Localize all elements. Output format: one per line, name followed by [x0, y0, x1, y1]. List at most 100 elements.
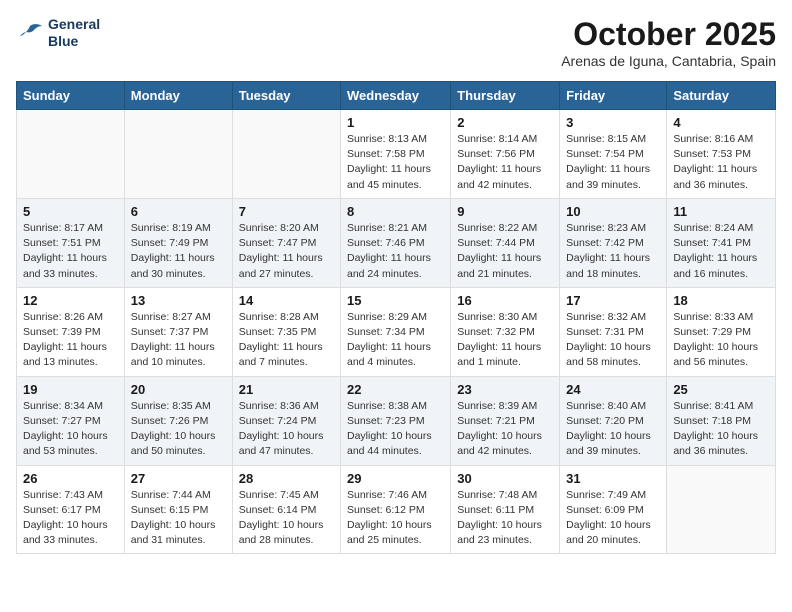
day-info: Sunrise: 8:19 AM Sunset: 7:49 PM Dayligh… — [131, 221, 226, 282]
title-block: October 2025 Arenas de Iguna, Cantabria,… — [561, 16, 776, 69]
day-number: 8 — [347, 204, 444, 219]
day-info: Sunrise: 7:48 AM Sunset: 6:11 PM Dayligh… — [457, 488, 553, 549]
weekday-header-saturday: Saturday — [667, 82, 776, 110]
day-number: 18 — [673, 293, 769, 308]
weekday-header-row: SundayMondayTuesdayWednesdayThursdayFrid… — [17, 82, 776, 110]
calendar-day-cell: 30 Sunrise: 7:48 AM Sunset: 6:11 PM Dayli… — [451, 465, 560, 554]
day-info: Sunrise: 8:30 AM Sunset: 7:32 PM Dayligh… — [457, 310, 553, 371]
logo: General Blue — [16, 16, 100, 50]
day-number: 12 — [23, 293, 118, 308]
day-info: Sunrise: 8:14 AM Sunset: 7:56 PM Dayligh… — [457, 132, 553, 193]
calendar-table: SundayMondayTuesdayWednesdayThursdayFrid… — [16, 81, 776, 554]
calendar-day-cell: 2 Sunrise: 8:14 AM Sunset: 7:56 PM Daylig… — [451, 110, 560, 199]
day-number: 9 — [457, 204, 553, 219]
day-number: 3 — [566, 115, 660, 130]
weekday-header-monday: Monday — [124, 82, 232, 110]
day-info: Sunrise: 8:17 AM Sunset: 7:51 PM Dayligh… — [23, 221, 118, 282]
day-number: 15 — [347, 293, 444, 308]
day-info: Sunrise: 8:35 AM Sunset: 7:26 PM Dayligh… — [131, 399, 226, 460]
calendar-day-cell: 19Sunrise: 8:34 AM Sunset: 7:27 PM Dayli… — [17, 376, 125, 465]
day-number: 2 — [457, 115, 553, 130]
calendar-day-cell: 9Sunrise: 8:22 AM Sunset: 7:44 PM Daylig… — [451, 198, 560, 287]
day-info: Sunrise: 8:41 AM Sunset: 7:18 PM Dayligh… — [673, 399, 769, 460]
day-info: Sunrise: 8:13 AM Sunset: 7:58 PM Dayligh… — [347, 132, 444, 193]
day-info: Sunrise: 8:38 AM Sunset: 7:23 PM Dayligh… — [347, 399, 444, 460]
calendar-day-cell: 1 Sunrise: 8:13 AM Sunset: 7:58 PM Daylig… — [341, 110, 451, 199]
calendar-day-cell: 7Sunrise: 8:20 AM Sunset: 7:47 PM Daylig… — [232, 198, 340, 287]
day-number: 24 — [566, 382, 660, 397]
day-number: 14 — [239, 293, 334, 308]
calendar-day-cell: 4 Sunrise: 8:16 AM Sunset: 7:53 PM Daylig… — [667, 110, 776, 199]
calendar-day-cell: 23 Sunrise: 8:39 AM Sunset: 7:21 PM Dayli… — [451, 376, 560, 465]
day-info: Sunrise: 8:16 AM Sunset: 7:53 PM Dayligh… — [673, 132, 769, 193]
day-number: 20 — [131, 382, 226, 397]
weekday-header-friday: Friday — [560, 82, 667, 110]
location-subtitle: Arenas de Iguna, Cantabria, Spain — [561, 53, 776, 69]
weekday-header-wednesday: Wednesday — [341, 82, 451, 110]
calendar-week-row: 26Sunrise: 7:43 AM Sunset: 6:17 PM Dayli… — [17, 465, 776, 554]
calendar-day-cell — [232, 110, 340, 199]
day-number: 4 — [673, 115, 769, 130]
calendar-day-cell — [667, 465, 776, 554]
day-info: Sunrise: 8:28 AM Sunset: 7:35 PM Dayligh… — [239, 310, 334, 371]
day-info: Sunrise: 7:44 AM Sunset: 6:15 PM Dayligh… — [131, 488, 226, 549]
day-info: Sunrise: 8:21 AM Sunset: 7:46 PM Dayligh… — [347, 221, 444, 282]
calendar-day-cell: 31Sunrise: 7:49 AM Sunset: 6:09 PM Dayli… — [560, 465, 667, 554]
calendar-day-cell — [17, 110, 125, 199]
day-number: 19 — [23, 382, 118, 397]
day-info: Sunrise: 7:46 AM Sunset: 6:12 PM Dayligh… — [347, 488, 444, 549]
day-number: 11 — [673, 204, 769, 219]
calendar-day-cell: 28 Sunrise: 7:45 AM Sunset: 6:14 PM Dayli… — [232, 465, 340, 554]
calendar-week-row: 12Sunrise: 8:26 AM Sunset: 7:39 PM Dayli… — [17, 287, 776, 376]
day-info: Sunrise: 7:49 AM Sunset: 6:09 PM Dayligh… — [566, 488, 660, 549]
day-number: 23 — [457, 382, 553, 397]
day-number: 13 — [131, 293, 226, 308]
day-number: 21 — [239, 382, 334, 397]
calendar-day-cell: 13 Sunrise: 8:27 AM Sunset: 7:37 PM Dayli… — [124, 287, 232, 376]
calendar-day-cell: 11 Sunrise: 8:24 AM Sunset: 7:41 PM Dayli… — [667, 198, 776, 287]
page-header: General Blue October 2025 Arenas de Igun… — [16, 16, 776, 69]
calendar-day-cell: 27Sunrise: 7:44 AM Sunset: 6:15 PM Dayli… — [124, 465, 232, 554]
logo-text: General Blue — [48, 16, 100, 50]
calendar-day-cell: 18 Sunrise: 8:33 AM Sunset: 7:29 PM Dayli… — [667, 287, 776, 376]
day-info: Sunrise: 8:29 AM Sunset: 7:34 PM Dayligh… — [347, 310, 444, 371]
calendar-week-row: 1 Sunrise: 8:13 AM Sunset: 7:58 PM Daylig… — [17, 110, 776, 199]
day-info: Sunrise: 8:39 AM Sunset: 7:21 PM Dayligh… — [457, 399, 553, 460]
day-info: Sunrise: 8:36 AM Sunset: 7:24 PM Dayligh… — [239, 399, 334, 460]
calendar-day-cell: 10 Sunrise: 8:23 AM Sunset: 7:42 PM Dayli… — [560, 198, 667, 287]
calendar-day-cell: 3 Sunrise: 8:15 AM Sunset: 7:54 PM Daylig… — [560, 110, 667, 199]
day-number: 17 — [566, 293, 660, 308]
calendar-week-row: 5 Sunrise: 8:17 AM Sunset: 7:51 PM Daylig… — [17, 198, 776, 287]
calendar-day-cell: 21 Sunrise: 8:36 AM Sunset: 7:24 PM Dayli… — [232, 376, 340, 465]
day-number: 16 — [457, 293, 553, 308]
calendar-week-row: 19Sunrise: 8:34 AM Sunset: 7:27 PM Dayli… — [17, 376, 776, 465]
day-info: Sunrise: 8:40 AM Sunset: 7:20 PM Dayligh… — [566, 399, 660, 460]
calendar-day-cell: 6 Sunrise: 8:19 AM Sunset: 7:49 PM Daylig… — [124, 198, 232, 287]
day-number: 30 — [457, 471, 553, 486]
logo-icon — [16, 22, 44, 44]
calendar-day-cell — [124, 110, 232, 199]
calendar-day-cell: 16 Sunrise: 8:30 AM Sunset: 7:32 PM Dayli… — [451, 287, 560, 376]
weekday-header-tuesday: Tuesday — [232, 82, 340, 110]
day-number: 10 — [566, 204, 660, 219]
day-number: 22 — [347, 382, 444, 397]
day-number: 1 — [347, 115, 444, 130]
day-number: 28 — [239, 471, 334, 486]
day-info: Sunrise: 8:27 AM Sunset: 7:37 PM Dayligh… — [131, 310, 226, 371]
calendar-day-cell: 8 Sunrise: 8:21 AM Sunset: 7:46 PM Daylig… — [341, 198, 451, 287]
calendar-day-cell: 17Sunrise: 8:32 AM Sunset: 7:31 PM Dayli… — [560, 287, 667, 376]
day-info: Sunrise: 7:45 AM Sunset: 6:14 PM Dayligh… — [239, 488, 334, 549]
day-number: 5 — [23, 204, 118, 219]
day-info: Sunrise: 8:23 AM Sunset: 7:42 PM Dayligh… — [566, 221, 660, 282]
day-number: 6 — [131, 204, 226, 219]
calendar-day-cell: 5 Sunrise: 8:17 AM Sunset: 7:51 PM Daylig… — [17, 198, 125, 287]
day-number: 29 — [347, 471, 444, 486]
day-info: Sunrise: 8:24 AM Sunset: 7:41 PM Dayligh… — [673, 221, 769, 282]
calendar-day-cell: 26Sunrise: 7:43 AM Sunset: 6:17 PM Dayli… — [17, 465, 125, 554]
weekday-header-thursday: Thursday — [451, 82, 560, 110]
day-info: Sunrise: 8:15 AM Sunset: 7:54 PM Dayligh… — [566, 132, 660, 193]
month-title: October 2025 — [561, 16, 776, 53]
calendar-day-cell: 25Sunrise: 8:41 AM Sunset: 7:18 PM Dayli… — [667, 376, 776, 465]
calendar-day-cell: 29 Sunrise: 7:46 AM Sunset: 6:12 PM Dayli… — [341, 465, 451, 554]
day-info: Sunrise: 8:33 AM Sunset: 7:29 PM Dayligh… — [673, 310, 769, 371]
